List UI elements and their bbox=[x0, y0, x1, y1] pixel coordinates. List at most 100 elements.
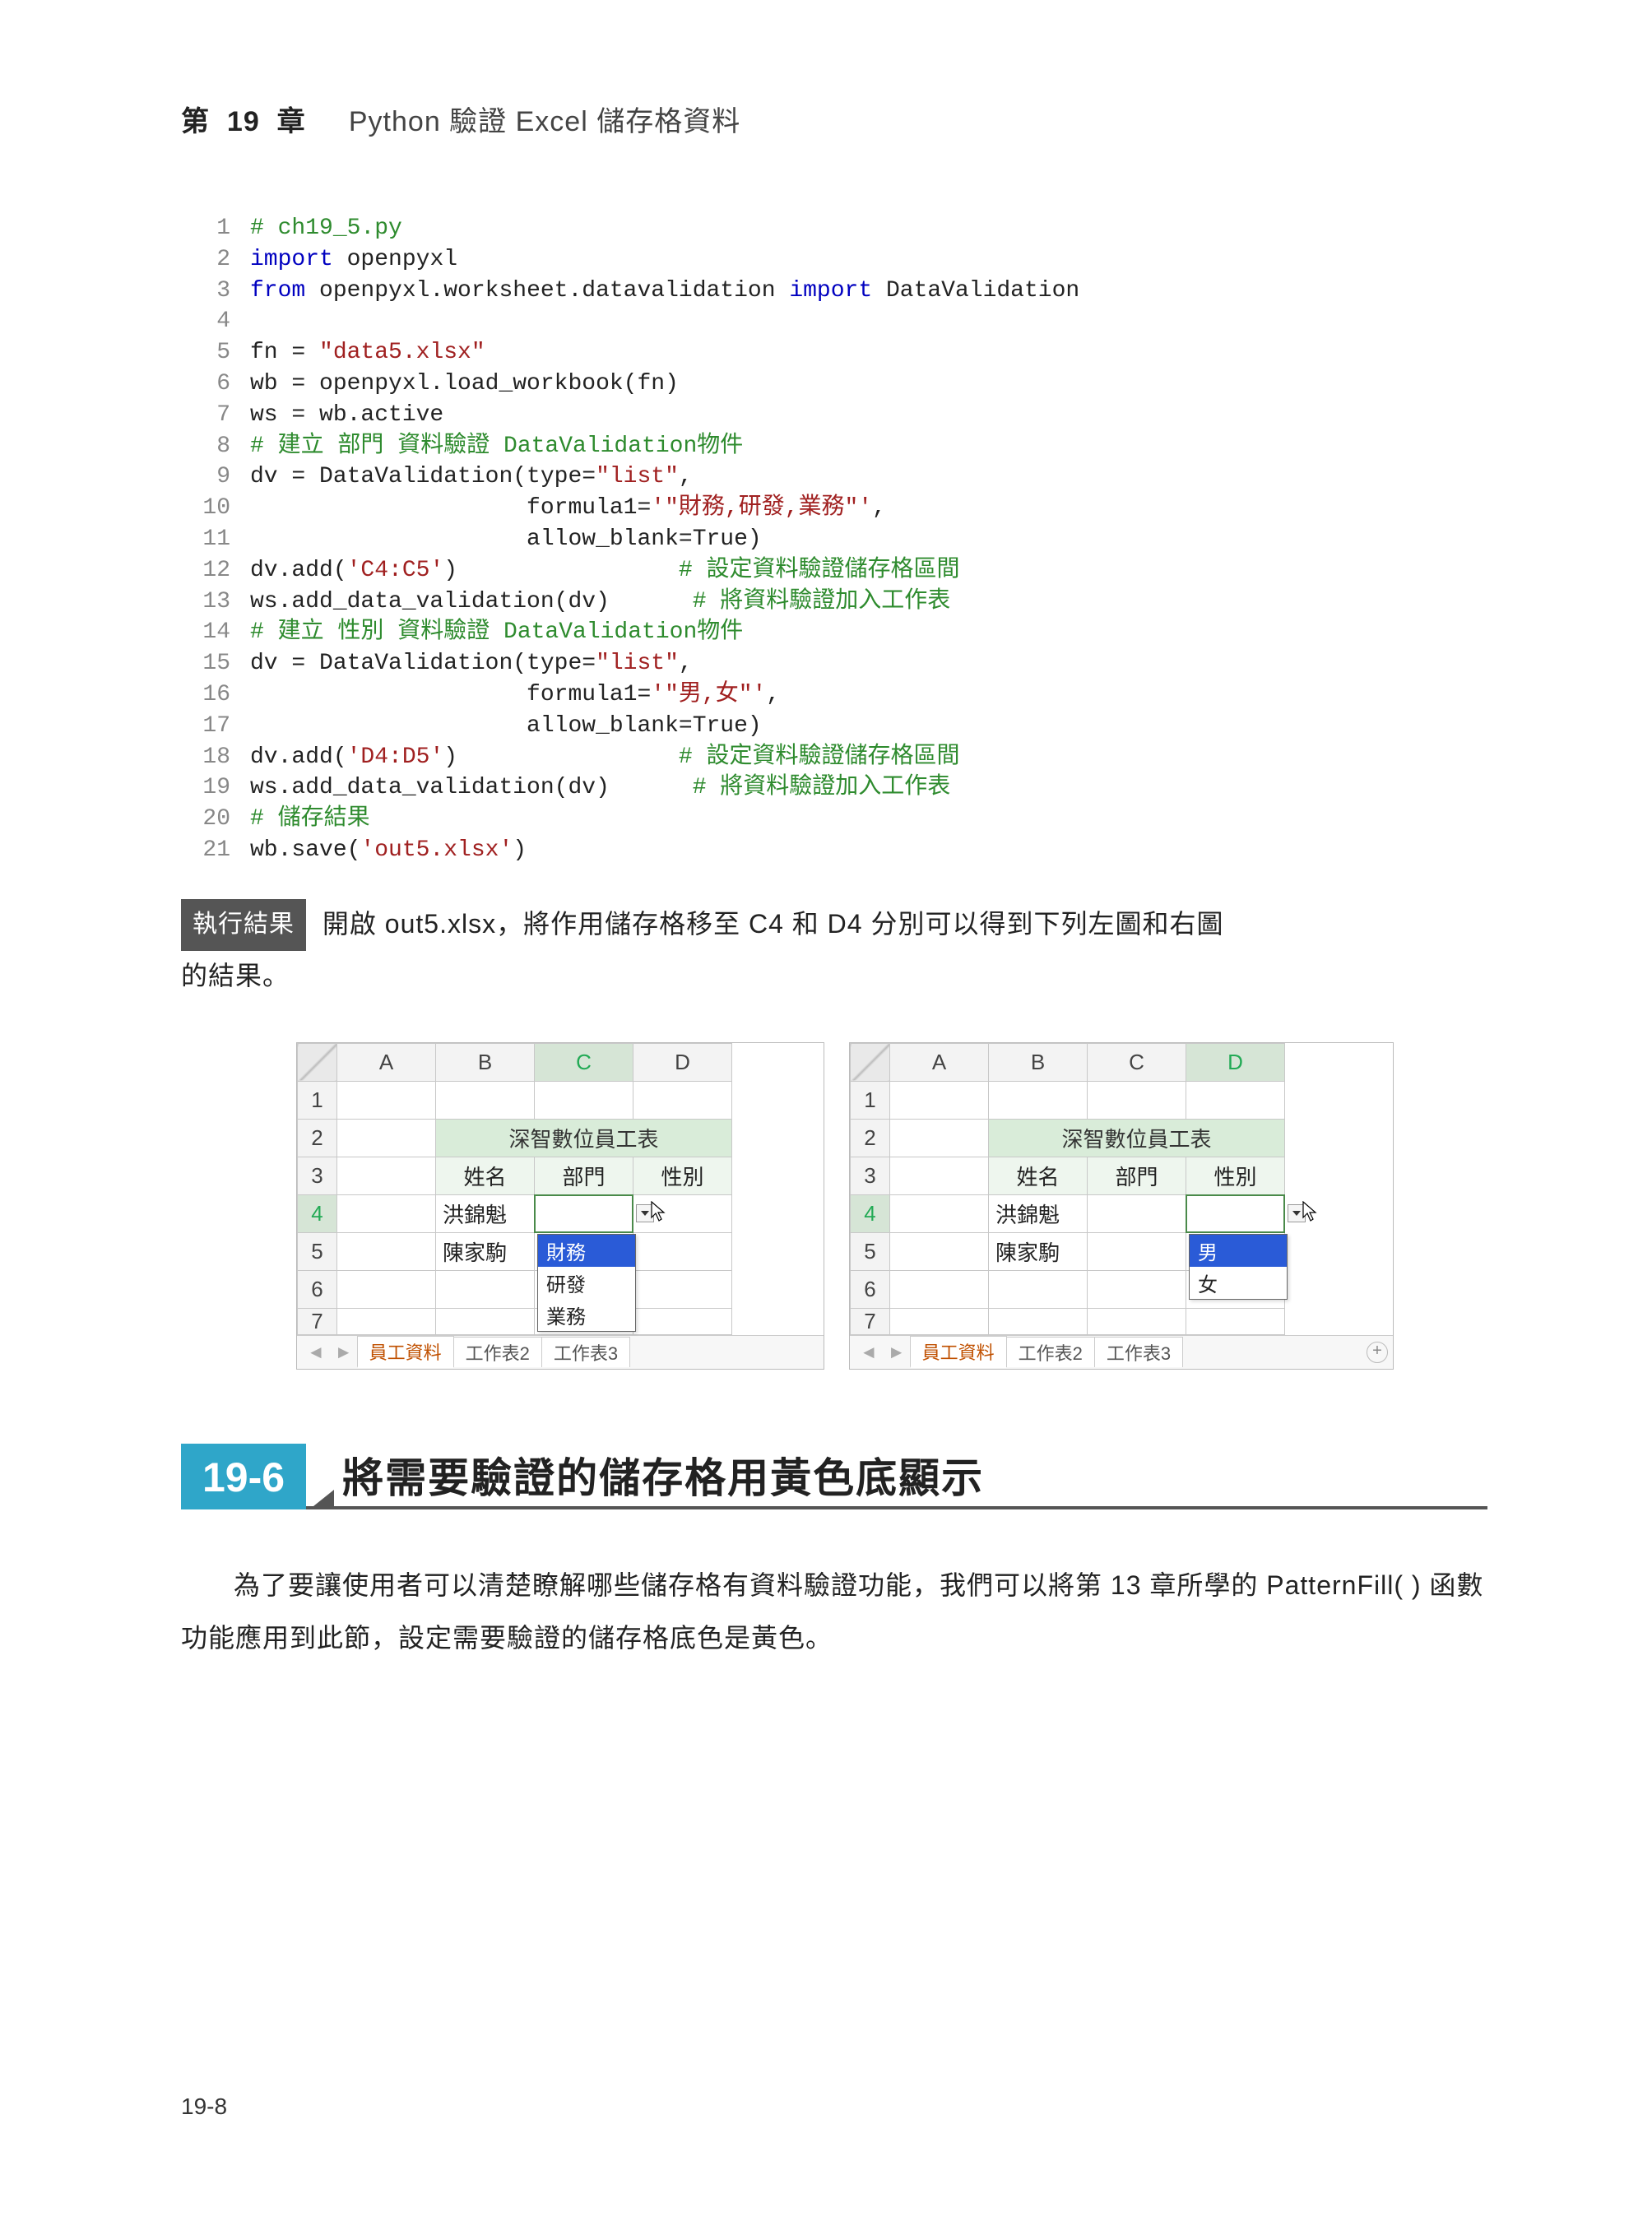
cell[interactable] bbox=[890, 1157, 989, 1194]
dropdown-option[interactable]: 財務 bbox=[538, 1235, 635, 1267]
chapter-header: 第 19 章 Python 驗證 Excel 儲存格資料 bbox=[181, 99, 1487, 139]
cell[interactable] bbox=[989, 1308, 1088, 1334]
validation-dropdown[interactable]: 男女 bbox=[1189, 1234, 1288, 1300]
name-cell[interactable]: 陳家駒 bbox=[436, 1232, 535, 1270]
column-label-cell[interactable]: 部門 bbox=[535, 1157, 633, 1194]
cell[interactable] bbox=[890, 1081, 989, 1119]
name-cell[interactable]: 洪錦魁 bbox=[436, 1194, 535, 1232]
row-header[interactable]: 2 bbox=[851, 1119, 890, 1157]
cell[interactable] bbox=[436, 1308, 535, 1334]
row-header[interactable]: 3 bbox=[851, 1157, 890, 1194]
cell[interactable] bbox=[436, 1081, 535, 1119]
dropdown-option[interactable]: 研發 bbox=[538, 1267, 635, 1299]
sheet-tab[interactable]: 工作表3 bbox=[1094, 1337, 1183, 1367]
gender-cell[interactable] bbox=[633, 1232, 732, 1270]
dept-cell[interactable] bbox=[1088, 1194, 1186, 1232]
sheet-tab[interactable]: 工作表3 bbox=[541, 1337, 630, 1367]
column-label-cell[interactable]: 姓名 bbox=[989, 1157, 1088, 1194]
column-header[interactable]: D bbox=[633, 1043, 732, 1081]
column-header[interactable]: A bbox=[890, 1043, 989, 1081]
code-line: 19ws.add_data_validation(dv) # 將資料驗證加入工作… bbox=[181, 772, 1487, 804]
column-header[interactable]: C bbox=[1088, 1043, 1186, 1081]
select-all-corner[interactable] bbox=[851, 1043, 890, 1081]
cell[interactable] bbox=[1088, 1270, 1186, 1308]
table-title-cell[interactable]: 深智數位員工表 bbox=[436, 1119, 732, 1157]
section-title-wrap: 將需要驗證的儲存格用黃色底顯示 bbox=[306, 1444, 1487, 1509]
cell[interactable] bbox=[337, 1194, 436, 1232]
line-number: 5 bbox=[181, 337, 250, 369]
select-all-corner[interactable] bbox=[298, 1043, 337, 1081]
sheet-tab[interactable]: 工作表2 bbox=[453, 1337, 542, 1367]
row-header[interactable]: 1 bbox=[298, 1081, 337, 1119]
row-header[interactable]: 3 bbox=[298, 1157, 337, 1194]
cell[interactable] bbox=[337, 1081, 436, 1119]
cell[interactable] bbox=[337, 1157, 436, 1194]
column-label-cell[interactable]: 姓名 bbox=[436, 1157, 535, 1194]
sheet-tab[interactable]: 員工資料 bbox=[910, 1336, 1007, 1368]
add-sheet-button[interactable]: + bbox=[1367, 1342, 1388, 1363]
code-line: 16 formula1='"男,女"', bbox=[181, 679, 1487, 711]
dept-cell[interactable] bbox=[1088, 1232, 1186, 1270]
tab-nav-right[interactable]: ► bbox=[330, 1342, 358, 1363]
cell[interactable] bbox=[890, 1308, 989, 1334]
cell[interactable] bbox=[890, 1119, 989, 1157]
gender-cell[interactable] bbox=[1186, 1194, 1285, 1232]
code-line: 6wb = openpyxl.load_workbook(fn) bbox=[181, 369, 1487, 400]
code-text: # 建立 部門 資料驗證 DataValidation物件 bbox=[250, 431, 1487, 462]
cell[interactable] bbox=[1088, 1081, 1186, 1119]
cell[interactable] bbox=[535, 1081, 633, 1119]
tab-nav-left[interactable]: ◄ bbox=[855, 1342, 883, 1363]
tab-nav-left[interactable]: ◄ bbox=[302, 1342, 330, 1363]
row-header[interactable]: 5 bbox=[851, 1232, 890, 1270]
cell[interactable] bbox=[436, 1270, 535, 1308]
column-label-cell[interactable]: 性別 bbox=[1186, 1157, 1285, 1194]
cell[interactable] bbox=[1186, 1081, 1285, 1119]
name-cell[interactable]: 陳家駒 bbox=[989, 1232, 1088, 1270]
cell[interactable] bbox=[890, 1232, 989, 1270]
row-header[interactable]: 4 bbox=[851, 1194, 890, 1232]
column-label-cell[interactable]: 性別 bbox=[633, 1157, 732, 1194]
row-header[interactable]: 7 bbox=[298, 1308, 337, 1334]
code-line: 20# 儲存結果 bbox=[181, 804, 1487, 835]
cell[interactable] bbox=[890, 1194, 989, 1232]
sheet-tab[interactable]: 工作表2 bbox=[1006, 1337, 1095, 1367]
row-header[interactable]: 7 bbox=[851, 1308, 890, 1334]
name-cell[interactable]: 洪錦魁 bbox=[989, 1194, 1088, 1232]
column-header[interactable]: B bbox=[989, 1043, 1088, 1081]
chapter-label-suffix: 章 bbox=[277, 106, 306, 137]
dropdown-option[interactable]: 女 bbox=[1190, 1267, 1287, 1299]
cell[interactable] bbox=[337, 1119, 436, 1157]
column-header[interactable]: A bbox=[337, 1043, 436, 1081]
sheet-tab[interactable]: 員工資料 bbox=[357, 1336, 454, 1368]
cell[interactable] bbox=[989, 1081, 1088, 1119]
result-text-a: 開啟 out5.xlsx，將作用儲存格移至 C4 和 D4 分別可以得到下列左圖… bbox=[323, 909, 1224, 939]
dropdown-option[interactable]: 男 bbox=[1190, 1235, 1287, 1267]
table-title-cell[interactable]: 深智數位員工表 bbox=[989, 1119, 1285, 1157]
row-header[interactable]: 6 bbox=[298, 1270, 337, 1308]
cell[interactable] bbox=[633, 1308, 732, 1334]
column-header[interactable]: D bbox=[1186, 1043, 1285, 1081]
row-header[interactable]: 6 bbox=[851, 1270, 890, 1308]
validation-dropdown[interactable]: 財務研發業務 bbox=[537, 1234, 636, 1332]
cell[interactable] bbox=[890, 1270, 989, 1308]
row-header[interactable]: 1 bbox=[851, 1081, 890, 1119]
cell[interactable] bbox=[989, 1270, 1088, 1308]
row-header[interactable]: 5 bbox=[298, 1232, 337, 1270]
dept-cell[interactable] bbox=[535, 1194, 633, 1232]
column-header[interactable]: B bbox=[436, 1043, 535, 1081]
cell[interactable] bbox=[337, 1308, 436, 1334]
column-label-cell[interactable]: 部門 bbox=[1088, 1157, 1186, 1194]
cell[interactable] bbox=[337, 1232, 436, 1270]
result-paragraph: 執行結果 開啟 out5.xlsx，將作用儲存格移至 C4 和 D4 分別可以得… bbox=[181, 899, 1487, 1001]
dropdown-option[interactable]: 業務 bbox=[538, 1299, 635, 1331]
cell[interactable] bbox=[1186, 1308, 1285, 1334]
column-header[interactable]: C bbox=[535, 1043, 633, 1081]
cell[interactable] bbox=[633, 1081, 732, 1119]
tab-nav-right[interactable]: ► bbox=[883, 1342, 911, 1363]
code-text: formula1='"財務,研發,業務"', bbox=[250, 493, 1487, 524]
row-header[interactable]: 4 bbox=[298, 1194, 337, 1232]
row-header[interactable]: 2 bbox=[298, 1119, 337, 1157]
cell[interactable] bbox=[1088, 1308, 1186, 1334]
cell[interactable] bbox=[633, 1270, 732, 1308]
cell[interactable] bbox=[337, 1270, 436, 1308]
